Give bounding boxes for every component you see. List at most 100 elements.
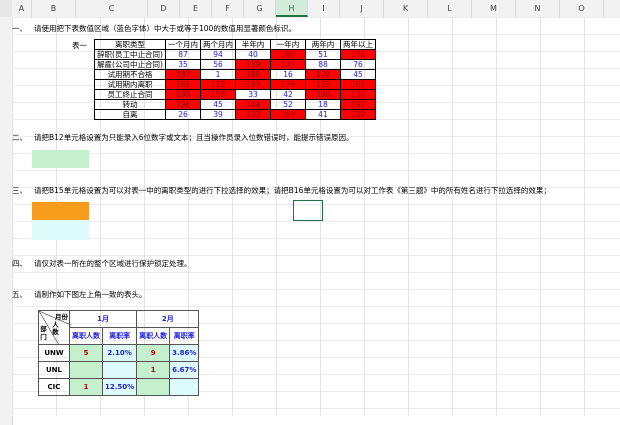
table1-value-cell[interactable]: 197: [235, 79, 271, 90]
table1-row-label[interactable]: 试用期不合格: [94, 69, 166, 80]
table1-value-cell[interactable]: 139: [235, 59, 271, 70]
table1-value-cell[interactable]: 199: [235, 69, 271, 80]
column-header-k[interactable]: K: [384, 0, 428, 17]
column-header-g[interactable]: G: [244, 0, 276, 17]
subheader-cell[interactable]: 离职人数: [69, 327, 103, 345]
table1-header-cell[interactable]: 离职类型: [94, 39, 166, 50]
cell-b12-input[interactable]: [32, 150, 89, 168]
subheader-cell[interactable]: 离职率: [169, 327, 200, 345]
table1-value-cell[interactable]: 103: [340, 79, 376, 90]
table1-header-cell[interactable]: 两年以上: [340, 39, 376, 50]
column-header-h[interactable]: H: [276, 0, 308, 17]
column-header-d[interactable]: D: [148, 0, 180, 17]
table1-value-cell[interactable]: 180: [270, 49, 306, 60]
table1-header-cell[interactable]: 一年内: [270, 39, 306, 50]
column-header-l[interactable]: L: [428, 0, 472, 17]
table1-value-cell[interactable]: 41: [305, 109, 341, 120]
leave-rate-cell[interactable]: 2.10%: [101, 344, 138, 362]
corner-label-month: 月份: [55, 313, 68, 321]
table1-value-cell[interactable]: 39: [200, 109, 236, 120]
table1-header-cell[interactable]: 一个月内: [165, 39, 201, 50]
table1-value-cell[interactable]: 1: [200, 69, 236, 80]
cell-b16-dropdown[interactable]: [32, 220, 89, 240]
section-3-text: 请把B15单元格设置为可以对表一中的离职类型的进行下拉选择的效果；请把B16单元…: [34, 186, 551, 195]
leave-rate-cell[interactable]: [101, 361, 138, 379]
subheader-cell[interactable]: 离职人数: [136, 327, 171, 345]
dept-cell[interactable]: UNW: [38, 344, 70, 362]
table1-value-cell[interactable]: 103: [305, 79, 341, 90]
subheader-cell[interactable]: 离职率: [101, 327, 138, 345]
table1-value-cell[interactable]: 179: [270, 79, 306, 90]
column-header-o[interactable]: O: [560, 0, 604, 17]
table1-value-cell[interactable]: 51: [305, 49, 341, 60]
table1-value-cell[interactable]: 52: [270, 99, 306, 110]
table1-value-cell[interactable]: 166: [305, 89, 341, 100]
table1-value-cell[interactable]: 76: [340, 59, 376, 70]
month-header-1[interactable]: 1月: [68, 310, 138, 328]
table1-value-cell[interactable]: 35: [165, 59, 201, 70]
column-header-p[interactable]: P: [604, 0, 620, 17]
table1-row-label[interactable]: 员工终止合同: [94, 89, 166, 100]
column-header-n[interactable]: N: [516, 0, 560, 17]
leave-rate-cell[interactable]: 3.86%: [169, 344, 200, 362]
table1-value-cell[interactable]: 56: [200, 59, 236, 70]
table1-value-cell[interactable]: 40: [235, 49, 271, 60]
month-header-2[interactable]: 2月: [136, 310, 200, 328]
table1-header-cell[interactable]: 两年内: [305, 39, 341, 50]
table1-value-cell[interactable]: 158: [200, 89, 236, 100]
column-header-b[interactable]: B: [32, 0, 76, 17]
table1-row-label[interactable]: 解雇(公司中止合同): [94, 59, 166, 70]
leave-count-cell[interactable]: 1: [136, 361, 171, 379]
table1-value-cell[interactable]: 171: [340, 49, 376, 60]
column-header-m[interactable]: M: [472, 0, 516, 17]
table1-value-cell[interactable]: 45: [340, 69, 376, 80]
table1-value-cell[interactable]: 169: [270, 109, 306, 120]
table2-diagonal-header[interactable]: 月份 人数 部门: [38, 310, 71, 345]
leave-count-cell[interactable]: [136, 378, 171, 396]
column-header-a[interactable]: A: [12, 0, 32, 17]
column-header-c[interactable]: C: [76, 0, 148, 17]
table1-row-label[interactable]: 试用期内离职: [94, 79, 166, 90]
table1-value-cell[interactable]: 161: [165, 79, 201, 90]
table1-value-cell[interactable]: 197: [340, 99, 376, 110]
leave-count-cell[interactable]: 1: [69, 378, 103, 396]
column-header-f[interactable]: F: [212, 0, 244, 17]
leave-count-cell[interactable]: [69, 361, 103, 379]
column-header-j[interactable]: J: [340, 0, 384, 17]
table1-value-cell[interactable]: 16: [270, 69, 306, 80]
table1-value-cell[interactable]: 87: [165, 49, 201, 60]
table1-value-cell[interactable]: 139: [270, 59, 306, 70]
table1-value-cell[interactable]: 88: [305, 59, 341, 70]
leave-rate-cell[interactable]: [169, 378, 200, 396]
leave-count-cell[interactable]: 9: [136, 344, 171, 362]
table1-value-cell[interactable]: 170: [305, 69, 341, 80]
table1-header-cell[interactable]: 半年内: [235, 39, 271, 50]
table1-row-label[interactable]: 转动: [94, 99, 166, 110]
table1-value-cell[interactable]: 26: [165, 109, 201, 120]
table1-value-cell[interactable]: 18: [305, 99, 341, 110]
table1-value-cell[interactable]: 138: [340, 109, 376, 120]
leave-count-cell[interactable]: 5: [69, 344, 103, 362]
leave-rate-cell[interactable]: 12.50%: [101, 378, 138, 396]
active-cell-selection[interactable]: [293, 200, 323, 221]
table1-value-cell[interactable]: 33: [235, 89, 271, 100]
table1-value-cell[interactable]: 196: [165, 99, 201, 110]
table1-value-cell[interactable]: 187: [165, 69, 201, 80]
dept-cell[interactable]: UNL: [38, 361, 70, 379]
table1-value-cell[interactable]: 45: [200, 99, 236, 110]
table1-value-cell[interactable]: 144: [235, 99, 271, 110]
table1-value-cell[interactable]: 122: [200, 79, 236, 90]
column-header-e[interactable]: E: [180, 0, 212, 17]
table1-value-cell[interactable]: 42: [270, 89, 306, 100]
column-header-i[interactable]: I: [308, 0, 340, 17]
leave-rate-cell[interactable]: 6.67%: [169, 361, 200, 379]
table1-value-cell[interactable]: 190: [165, 89, 201, 100]
table1-header-cell[interactable]: 两个月内: [200, 39, 236, 50]
table1-row-label[interactable]: 自离: [94, 109, 166, 120]
table1-value-cell[interactable]: 94: [200, 49, 236, 60]
table1-row-label[interactable]: 辞职(员工中止合同): [94, 49, 166, 60]
table1-value-cell[interactable]: 103: [235, 109, 271, 120]
table1-value-cell[interactable]: 130: [340, 89, 376, 100]
dept-cell[interactable]: CIC: [38, 378, 70, 396]
cell-b15-dropdown[interactable]: [32, 202, 89, 220]
